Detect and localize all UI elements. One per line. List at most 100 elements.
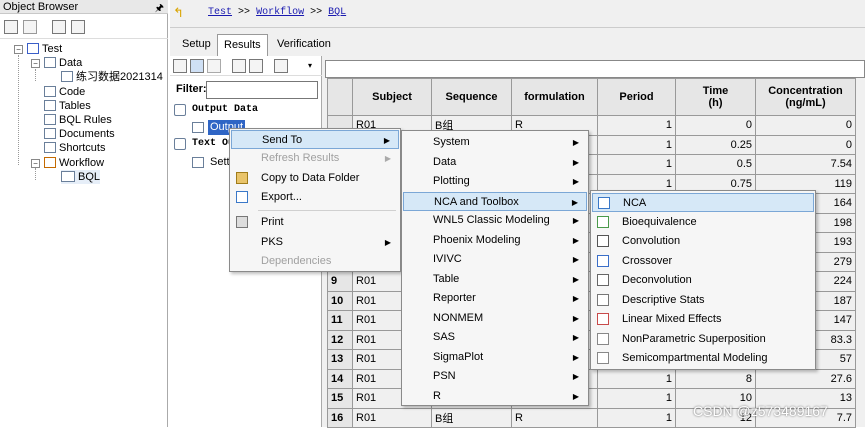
cell-concentration[interactable]: 27.6 — [755, 368, 856, 389]
menu-item-convolution[interactable]: Convolution — [592, 232, 814, 251]
export-icon[interactable] — [274, 59, 288, 73]
grid-icon[interactable] — [207, 59, 221, 73]
cell-subject[interactable]: R01 — [352, 407, 432, 428]
tree-item-documents[interactable]: Documents — [44, 127, 115, 141]
cell-time[interactable]: 0.5 — [675, 154, 756, 175]
menu-item-dependencies[interactable]: Dependencies — [231, 252, 399, 271]
row-number[interactable]: 9 — [327, 271, 353, 292]
tree-item-shortcuts[interactable]: Shortcuts — [44, 141, 105, 155]
menu-item-export[interactable]: Export... — [231, 188, 399, 207]
up-arrow-icon[interactable]: ↰ — [173, 6, 187, 20]
menu-item-crossover[interactable]: Crossover — [592, 252, 814, 271]
collapse-test-icon[interactable]: − — [14, 45, 23, 54]
row-number[interactable]: 12 — [327, 329, 353, 350]
tab-setup[interactable]: Setup — [176, 34, 217, 55]
cell-time[interactable]: 8 — [675, 368, 756, 389]
crossover-icon — [597, 254, 609, 267]
menu-item-ivivc[interactable]: IVIVC ▶ — [403, 250, 587, 269]
cell-period[interactable]: 1 — [597, 134, 676, 155]
cell-concentration[interactable]: 0 — [755, 115, 856, 136]
menu-item-linear-mixed-effects[interactable]: Linear Mixed Effects — [592, 310, 814, 329]
column-header-time[interactable]: Time (h) — [675, 78, 756, 116]
copy-icon[interactable] — [52, 20, 66, 34]
export-icon[interactable] — [23, 20, 37, 34]
menu-item-r[interactable]: R ▶ — [403, 387, 587, 406]
filter-input[interactable] — [206, 81, 318, 99]
menu-item-pks[interactable]: PKS ▶ — [231, 233, 399, 252]
menu-item-refresh-results[interactable]: Refresh Results ▶ — [231, 149, 399, 168]
tree-item-code[interactable]: Code — [44, 85, 85, 99]
copy-icon[interactable] — [232, 59, 246, 73]
collapse-workflow-icon[interactable]: − — [31, 159, 40, 168]
menu-label: SAS — [433, 331, 456, 343]
tree-item-dataset[interactable]: 练习数据2021314 — [61, 70, 163, 84]
menu-item-copy-to-data-folder[interactable]: Copy to Data Folder — [231, 169, 399, 188]
cell-period[interactable]: 1 — [597, 115, 676, 136]
cell-period[interactable]: 1 — [597, 407, 676, 428]
menu-item-data[interactable]: Data ▶ — [403, 153, 587, 172]
list-view-icon[interactable] — [173, 59, 187, 73]
column-header-period[interactable]: Period — [597, 78, 676, 116]
collapse-data-icon[interactable]: − — [31, 59, 40, 68]
tree-item-bql[interactable]: BQL — [61, 170, 101, 184]
toolbar-overflow-icon[interactable]: ▾ — [308, 61, 312, 70]
cell-period[interactable]: 1 — [597, 388, 676, 409]
crumb-test[interactable]: Test — [208, 7, 232, 18]
tab-verification[interactable]: Verification — [271, 34, 337, 55]
menu-item-plotting[interactable]: Plotting ▶ — [403, 172, 587, 191]
menu-item-nonmem[interactable]: NONMEM ▶ — [403, 309, 587, 328]
menu-item-wnl5-classic-modeling[interactable]: WNL5 Classic Modeling ▶ — [403, 211, 587, 230]
menu-item-sigmaplot[interactable]: SigmaPlot ▶ — [403, 348, 587, 367]
row-number[interactable]: 13 — [327, 349, 353, 370]
row-number[interactable]: 16 — [327, 407, 353, 428]
menu-item-system[interactable]: System ▶ — [403, 133, 587, 152]
menu-item-phoenix-modeling[interactable]: Phoenix Modeling ▶ — [403, 231, 587, 250]
cell-time[interactable]: 0.25 — [675, 134, 756, 155]
paste-icon[interactable] — [71, 20, 85, 34]
tree-item-bql-rules[interactable]: BQL Rules — [44, 113, 112, 127]
tree-item-workflow[interactable]: Workflow — [44, 156, 104, 170]
workflow-icon — [44, 157, 56, 168]
menu-item-semicompartmental-modeling[interactable]: Semicompartmental Modeling — [592, 349, 814, 368]
tree-item-tables[interactable]: Tables — [44, 99, 91, 113]
cell-sequence[interactable]: B组 — [431, 407, 512, 428]
paste-icon[interactable] — [249, 59, 263, 73]
submenu-arrow-icon: ▶ — [384, 238, 391, 247]
cell-period[interactable]: 1 — [597, 154, 676, 175]
import-icon[interactable] — [4, 20, 18, 34]
settings-item[interactable]: Sett — [210, 156, 230, 168]
menu-item-send-to[interactable]: Send To ▶ — [231, 130, 399, 149]
cell-period[interactable]: 1 — [597, 368, 676, 389]
menu-item-table[interactable]: Table ▶ — [403, 270, 587, 289]
tree-item-data[interactable]: Data — [44, 56, 82, 70]
crumb-workflow[interactable]: Workflow — [256, 7, 304, 18]
cell-formulation[interactable]: R — [511, 407, 598, 428]
tree-item-test[interactable]: Test — [27, 42, 62, 56]
tree-view-icon[interactable] — [190, 59, 204, 73]
menu-item-deconvolution[interactable]: Deconvolution — [592, 271, 814, 290]
menu-item-sas[interactable]: SAS ▶ — [403, 328, 587, 347]
column-header-concentration[interactable]: Concentration (ng/mL) — [755, 78, 856, 116]
object-browser: Object Browser 🖈 − Test − Data 练习数据20213… — [0, 0, 168, 427]
menu-item-nonparametric-superposition[interactable]: NonParametric Superposition — [592, 330, 814, 349]
menu-item-nca-and-toolbox[interactable]: NCA and Toolbox ▶ — [403, 191, 587, 211]
crumb-bql[interactable]: BQL — [328, 7, 346, 18]
row-number[interactable]: 15 — [327, 388, 353, 409]
row-number[interactable]: 11 — [327, 310, 353, 331]
cell-time[interactable]: 0 — [675, 115, 756, 136]
menu-item-print[interactable]: Print — [231, 213, 399, 232]
row-number[interactable]: 10 — [327, 290, 353, 311]
menu-item-bioequivalence[interactable]: Bioequivalence — [592, 213, 814, 232]
tab-results[interactable]: Results — [217, 34, 268, 56]
column-header-sequence[interactable]: Sequence — [431, 78, 512, 116]
menu-item-descriptive-stats[interactable]: Descriptive Stats — [592, 291, 814, 310]
cell-concentration[interactable]: 7.54 — [755, 154, 856, 175]
grid-header-bar — [325, 60, 865, 78]
cell-concentration[interactable]: 0 — [755, 134, 856, 155]
menu-item-nca[interactable]: NCA — [592, 193, 814, 212]
menu-item-psn[interactable]: PSN ▶ — [403, 367, 587, 386]
column-header-subject[interactable]: Subject — [352, 78, 432, 116]
menu-item-reporter[interactable]: Reporter ▶ — [403, 289, 587, 308]
row-number[interactable]: 14 — [327, 368, 353, 389]
column-header-formulation[interactable]: formulation — [511, 78, 598, 116]
